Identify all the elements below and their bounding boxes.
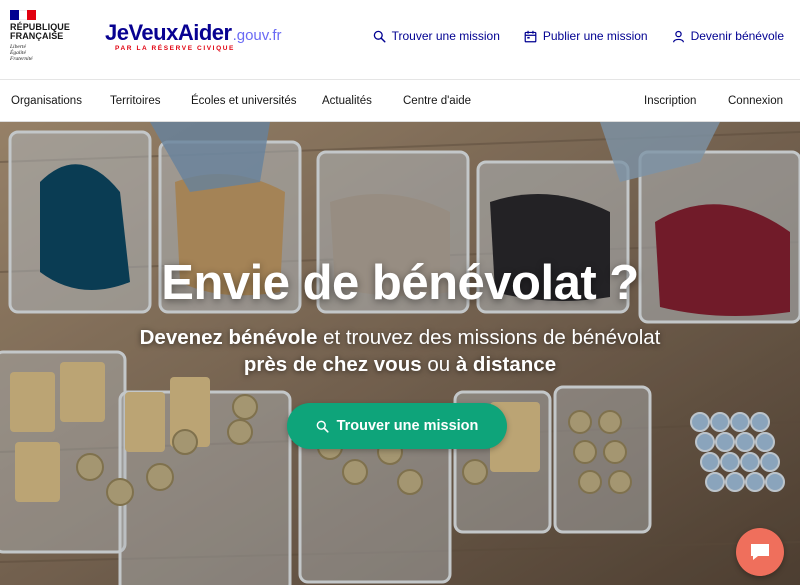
become-volunteer-link[interactable]: Devenir bénévole [672, 29, 784, 43]
hero-section: Envie de bénévolat ? Devenez bénévole et… [0, 122, 800, 585]
hero-subtitle-bold: près de chez vous [243, 353, 422, 376]
nav-actualites[interactable]: Actualités [322, 95, 372, 107]
brand-logo[interactable]: JeVeuxAider .gouv.fr PAR LA RÉSERVE CIVI… [105, 20, 282, 52]
hero-subtitle-line1: Devenez bénévole et trouvez des missions… [0, 326, 800, 350]
publish-mission-label: Publier une mission [542, 29, 648, 43]
main-nav: Organisations Territoires Écoles et univ… [0, 81, 800, 122]
gov-motto: Liberté Égalité Fraternité [10, 44, 70, 62]
hero-subtitle-text: et trouvez des missions de bénévolat [317, 326, 661, 349]
nav-connexion[interactable]: Connexion [728, 95, 783, 107]
hero-subtitle-text: ou [421, 353, 456, 376]
nav-inscription[interactable]: Inscription [644, 95, 696, 107]
republique-francaise-logo[interactable]: RÉPUBLIQUE FRANÇAISE Liberté Égalité Fra… [10, 10, 70, 62]
find-mission-link[interactable]: Trouver une mission [373, 29, 500, 43]
gov-motto-line: Fraternité [10, 56, 33, 62]
brand-tagline: PAR LA RÉSERVE CIVIQUE [115, 45, 235, 52]
nav-organisations[interactable]: Organisations [11, 95, 82, 107]
gov-logo-line: FRANÇAISE [10, 31, 64, 41]
nav-territoires[interactable]: Territoires [110, 95, 160, 107]
brand-suffix: .gouv.fr [232, 27, 282, 44]
hero-cta-label: Trouver une mission [336, 418, 479, 434]
chat-icon [751, 544, 769, 560]
brand-name: JeVeuxAider .gouv.fr [105, 20, 282, 46]
hero-subtitle-line2: près de chez vous ou à distance [0, 353, 800, 377]
header-quick-links: Trouver une mission Publier une mission … [373, 29, 784, 43]
hero-subtitle-bold: Devenez bénévole [139, 326, 318, 349]
brand-main: JeVeuxAider [105, 20, 232, 45]
publish-mission-link[interactable]: Publier une mission [524, 29, 648, 43]
french-flag-icon [10, 10, 37, 20]
chat-button[interactable] [736, 528, 784, 576]
become-volunteer-label: Devenir bénévole [690, 29, 784, 43]
calendar-icon [524, 30, 537, 42]
hero-title: Envie de bénévolat ? [161, 256, 639, 310]
find-mission-label: Trouver une mission [391, 29, 500, 43]
top-header: RÉPUBLIQUE FRANÇAISE Liberté Égalité Fra… [0, 0, 800, 80]
search-icon [316, 420, 329, 433]
nav-centre-aide[interactable]: Centre d'aide [403, 95, 471, 107]
hero-subtitle-bold: à distance [455, 353, 557, 376]
hero-find-mission-button[interactable]: Trouver une mission [287, 403, 507, 449]
user-icon [672, 30, 684, 42]
search-icon [373, 30, 386, 43]
nav-ecoles-universites[interactable]: Écoles et universités [191, 95, 296, 107]
